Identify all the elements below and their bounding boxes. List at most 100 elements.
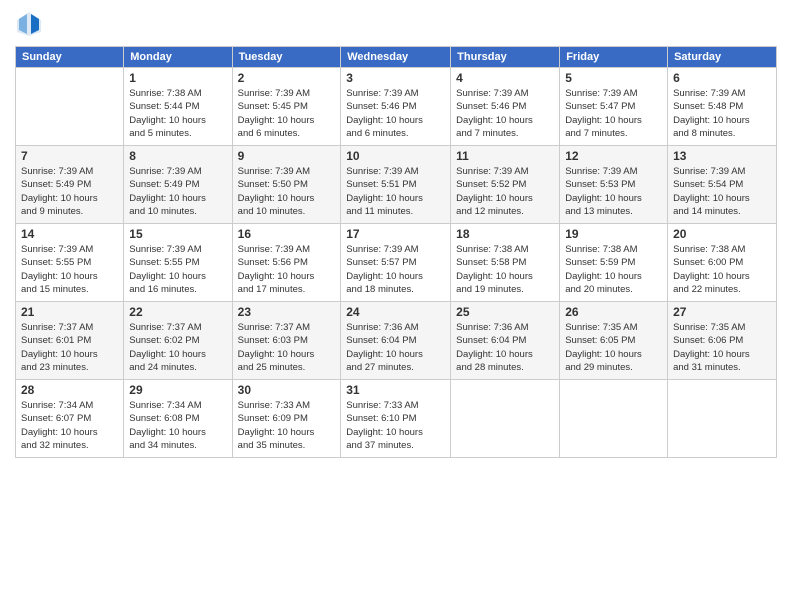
day-info: Sunrise: 7:39 AMSunset: 5:47 PMDaylight:… (565, 87, 662, 140)
day-info: Sunrise: 7:38 AMSunset: 5:44 PMDaylight:… (129, 87, 226, 140)
day-number: 2 (238, 71, 336, 85)
calendar-table: SundayMondayTuesdayWednesdayThursdayFrid… (15, 46, 777, 458)
day-number: 9 (238, 149, 336, 163)
day-header-friday: Friday (560, 47, 668, 68)
day-number: 21 (21, 305, 118, 319)
calendar-cell: 8Sunrise: 7:39 AMSunset: 5:49 PMDaylight… (124, 146, 232, 224)
day-number: 29 (129, 383, 226, 397)
day-info: Sunrise: 7:36 AMSunset: 6:04 PMDaylight:… (456, 321, 554, 374)
calendar-cell: 21 Sunrise: 7:37 AMSunset: 6:01 PMDayligh… (16, 302, 124, 380)
day-info: Sunrise: 7:38 AMSunset: 5:58 PMDaylight:… (456, 243, 554, 296)
day-info: Sunrise: 7:39 AMSunset: 5:48 PMDaylight:… (673, 87, 771, 140)
logo-icon (15, 10, 43, 38)
calendar-body: 1 Sunrise: 7:38 AMSunset: 5:44 PMDaylight… (16, 68, 777, 458)
day-info: Sunrise: 7:37 AMSunset: 6:02 PMDaylight:… (129, 321, 226, 374)
header-row: SundayMondayTuesdayWednesdayThursdayFrid… (16, 47, 777, 68)
day-info: Sunrise: 7:34 AMSunset: 6:07 PMDaylight:… (21, 399, 118, 452)
day-info: Sunrise: 7:34 AMSunset: 6:08 PMDaylight:… (129, 399, 226, 452)
week-row-5: 28 Sunrise: 7:34 AMSunset: 6:07 PMDayligh… (16, 380, 777, 458)
day-number: 30 (238, 383, 336, 397)
calendar-cell: 24 Sunrise: 7:36 AMSunset: 6:04 PMDayligh… (341, 302, 451, 380)
day-number: 7 (21, 149, 118, 163)
calendar-cell: 20 Sunrise: 7:38 AMSunset: 6:00 PMDayligh… (668, 224, 777, 302)
calendar-cell (16, 68, 124, 146)
day-info: Sunrise: 7:38 AMSunset: 6:00 PMDaylight:… (673, 243, 771, 296)
week-row-3: 14 Sunrise: 7:39 AMSunset: 5:55 PMDayligh… (16, 224, 777, 302)
calendar-cell: 13 Sunrise: 7:39 AMSunset: 5:54 PMDayligh… (668, 146, 777, 224)
calendar-cell: 23Sunrise: 7:37 AMSunset: 6:03 PMDayligh… (232, 302, 341, 380)
calendar-cell: 5 Sunrise: 7:39 AMSunset: 5:47 PMDaylight… (560, 68, 668, 146)
day-info: Sunrise: 7:39 AMSunset: 5:54 PMDaylight:… (673, 165, 771, 218)
calendar-cell: 16 Sunrise: 7:39 AMSunset: 5:56 PMDayligh… (232, 224, 341, 302)
day-info: Sunrise: 7:36 AMSunset: 6:04 PMDaylight:… (346, 321, 445, 374)
calendar-cell: 6Sunrise: 7:39 AMSunset: 5:48 PMDaylight… (668, 68, 777, 146)
day-info: Sunrise: 7:39 AMSunset: 5:52 PMDaylight:… (456, 165, 554, 218)
calendar-cell: 26Sunrise: 7:35 AMSunset: 6:05 PMDayligh… (560, 302, 668, 380)
day-info: Sunrise: 7:37 AMSunset: 6:01 PMDaylight:… (21, 321, 118, 374)
day-number: 28 (21, 383, 118, 397)
day-number: 27 (673, 305, 771, 319)
day-number: 19 (565, 227, 662, 241)
day-header-thursday: Thursday (451, 47, 560, 68)
week-row-4: 21 Sunrise: 7:37 AMSunset: 6:01 PMDayligh… (16, 302, 777, 380)
day-header-sunday: Sunday (16, 47, 124, 68)
day-number: 11 (456, 149, 554, 163)
calendar-cell (451, 380, 560, 458)
day-info: Sunrise: 7:35 AMSunset: 6:06 PMDaylight:… (673, 321, 771, 374)
day-info: Sunrise: 7:38 AMSunset: 5:59 PMDaylight:… (565, 243, 662, 296)
calendar-cell: 1 Sunrise: 7:38 AMSunset: 5:44 PMDaylight… (124, 68, 232, 146)
day-number: 20 (673, 227, 771, 241)
day-number: 4 (456, 71, 554, 85)
day-number: 5 (565, 71, 662, 85)
day-number: 14 (21, 227, 118, 241)
calendar-cell: 25 Sunrise: 7:36 AMSunset: 6:04 PMDayligh… (451, 302, 560, 380)
week-row-1: 1 Sunrise: 7:38 AMSunset: 5:44 PMDaylight… (16, 68, 777, 146)
day-number: 16 (238, 227, 336, 241)
day-header-wednesday: Wednesday (341, 47, 451, 68)
day-number: 31 (346, 383, 445, 397)
day-number: 15 (129, 227, 226, 241)
day-header-monday: Monday (124, 47, 232, 68)
week-row-2: 7 Sunrise: 7:39 AMSunset: 5:49 PMDaylight… (16, 146, 777, 224)
day-info: Sunrise: 7:39 AMSunset: 5:53 PMDaylight:… (565, 165, 662, 218)
calendar-cell: 9 Sunrise: 7:39 AMSunset: 5:50 PMDaylight… (232, 146, 341, 224)
day-info: Sunrise: 7:39 AMSunset: 5:49 PMDaylight:… (21, 165, 118, 218)
day-number: 12 (565, 149, 662, 163)
day-info: Sunrise: 7:39 AMSunset: 5:46 PMDaylight:… (456, 87, 554, 140)
day-info: Sunrise: 7:39 AMSunset: 5:51 PMDaylight:… (346, 165, 445, 218)
day-number: 10 (346, 149, 445, 163)
calendar-cell: 11 Sunrise: 7:39 AMSunset: 5:52 PMDayligh… (451, 146, 560, 224)
calendar-cell: 17 Sunrise: 7:39 AMSunset: 5:57 PMDayligh… (341, 224, 451, 302)
calendar-cell: 27 Sunrise: 7:35 AMSunset: 6:06 PMDayligh… (668, 302, 777, 380)
day-info: Sunrise: 7:33 AMSunset: 6:10 PMDaylight:… (346, 399, 445, 452)
day-number: 26 (565, 305, 662, 319)
calendar-cell: 10 Sunrise: 7:39 AMSunset: 5:51 PMDayligh… (341, 146, 451, 224)
day-number: 18 (456, 227, 554, 241)
day-number: 22 (129, 305, 226, 319)
day-number: 13 (673, 149, 771, 163)
day-number: 1 (129, 71, 226, 85)
calendar-cell: 30Sunrise: 7:33 AMSunset: 6:09 PMDayligh… (232, 380, 341, 458)
day-number: 23 (238, 305, 336, 319)
calendar-cell: 31 Sunrise: 7:33 AMSunset: 6:10 PMDayligh… (341, 380, 451, 458)
day-info: Sunrise: 7:39 AMSunset: 5:57 PMDaylight:… (346, 243, 445, 296)
calendar-cell: 29 Sunrise: 7:34 AMSunset: 6:08 PMDayligh… (124, 380, 232, 458)
day-info: Sunrise: 7:39 AMSunset: 5:55 PMDaylight:… (21, 243, 118, 296)
calendar-header: SundayMondayTuesdayWednesdayThursdayFrid… (16, 47, 777, 68)
day-number: 25 (456, 305, 554, 319)
day-info: Sunrise: 7:39 AMSunset: 5:50 PMDaylight:… (238, 165, 336, 218)
day-info: Sunrise: 7:39 AMSunset: 5:45 PMDaylight:… (238, 87, 336, 140)
day-header-tuesday: Tuesday (232, 47, 341, 68)
calendar-cell (668, 380, 777, 458)
calendar-page: SundayMondayTuesdayWednesdayThursdayFrid… (0, 0, 792, 612)
day-info: Sunrise: 7:39 AMSunset: 5:46 PMDaylight:… (346, 87, 445, 140)
logo (15, 10, 47, 38)
day-info: Sunrise: 7:39 AMSunset: 5:56 PMDaylight:… (238, 243, 336, 296)
calendar-cell: 22 Sunrise: 7:37 AMSunset: 6:02 PMDayligh… (124, 302, 232, 380)
day-number: 17 (346, 227, 445, 241)
calendar-cell: 15Sunrise: 7:39 AMSunset: 5:55 PMDayligh… (124, 224, 232, 302)
calendar-cell: 28 Sunrise: 7:34 AMSunset: 6:07 PMDayligh… (16, 380, 124, 458)
calendar-cell: 19 Sunrise: 7:38 AMSunset: 5:59 PMDayligh… (560, 224, 668, 302)
day-info: Sunrise: 7:39 AMSunset: 5:49 PMDaylight:… (129, 165, 226, 218)
day-number: 24 (346, 305, 445, 319)
